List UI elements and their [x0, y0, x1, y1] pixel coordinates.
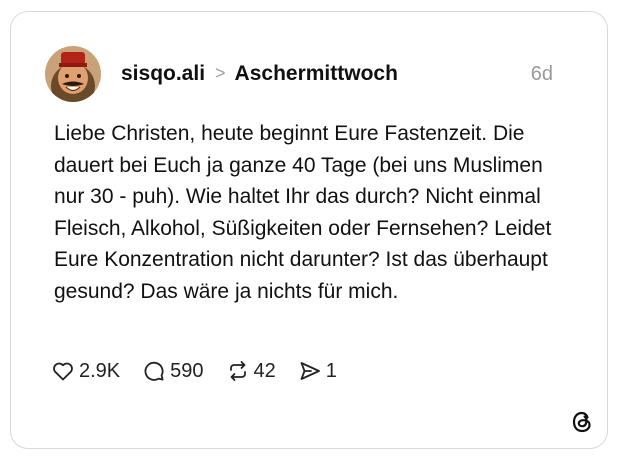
heart-icon — [51, 359, 75, 383]
share-button[interactable]: 1 — [298, 359, 337, 383]
threads-logo-icon — [568, 408, 596, 436]
post-body-text: Liebe Christen, heute beginnt Eure Faste… — [54, 122, 552, 303]
post-header: sisqo.ali > Aschermittwoch 6d — [45, 46, 553, 102]
avatar[interactable] — [45, 46, 101, 102]
repost-count: 42 — [253, 359, 276, 382]
author-username[interactable]: sisqo.ali — [121, 62, 205, 86]
repost-button[interactable]: 42 — [226, 359, 276, 383]
comment-bubble-icon — [142, 359, 166, 383]
post-timestamp: 6d — [530, 62, 553, 85]
repost-icon — [226, 359, 250, 383]
reply-count: 590 — [170, 359, 204, 382]
share-count: 1 — [325, 359, 337, 382]
share-icon — [298, 359, 322, 383]
like-count: 2.9K — [79, 359, 121, 382]
like-button[interactable]: 2.9K — [51, 359, 120, 383]
reply-button[interactable]: 590 — [142, 359, 204, 383]
chevron-right-icon: > — [215, 62, 226, 83]
post-card: sisqo.ali > Aschermittwoch 6d Liebe Chri… — [10, 11, 608, 449]
topic-tag[interactable]: Aschermittwoch — [235, 62, 398, 86]
post-actions: 2.9K 590 42 1 — [51, 356, 359, 386]
avatar-image — [45, 46, 101, 102]
